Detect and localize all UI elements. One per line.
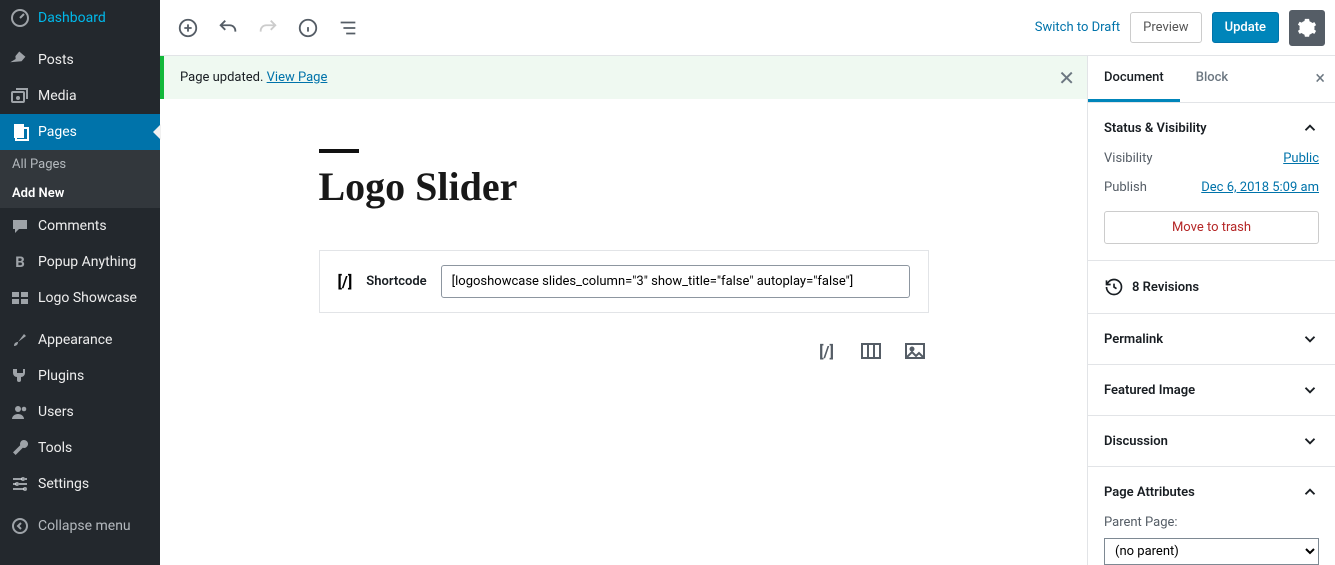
media-icon: [10, 86, 30, 106]
wrench-icon: [10, 438, 30, 458]
revisions-row[interactable]: 8 Revisions: [1088, 261, 1335, 314]
editor-topbar: Switch to Draft Preview Update: [160, 0, 1335, 56]
sidebar-item-posts[interactable]: Posts: [0, 42, 160, 78]
close-panel-button[interactable]: ×: [1305, 56, 1335, 102]
switch-draft-link[interactable]: Switch to Draft: [1035, 20, 1120, 35]
tab-document[interactable]: Document: [1088, 56, 1180, 102]
section-status-visibility[interactable]: Status & Visibility: [1104, 119, 1319, 137]
sidebar-label: Logo Showcase: [38, 290, 137, 306]
notice-text: Page updated.: [180, 70, 267, 85]
pin-icon: [10, 50, 30, 70]
admin-sidebar: Dashboard Posts Media Pages All Pages Ad…: [0, 0, 160, 565]
sidebar-label: Users: [38, 404, 74, 420]
chevron-up-icon: [1301, 119, 1319, 137]
sidebar-label: Tools: [38, 440, 72, 456]
sidebar-item-popup[interactable]: B Popup Anything: [0, 244, 160, 280]
sidebar-label: Settings: [38, 476, 89, 492]
page-title[interactable]: Logo Slider: [319, 163, 929, 210]
section-discussion[interactable]: Discussion: [1104, 432, 1319, 450]
move-to-trash-button[interactable]: Move to trash: [1104, 211, 1319, 244]
settings-panel: Document Block × Status & Visibility Vis…: [1087, 56, 1335, 565]
shortcode-input[interactable]: [441, 265, 910, 298]
chevron-down-icon: [1301, 381, 1319, 399]
section-title: Permalink: [1104, 332, 1163, 347]
inserter-image-icon[interactable]: [901, 337, 929, 365]
visibility-value-link[interactable]: Public: [1283, 151, 1319, 166]
sidebar-subitem-all-pages[interactable]: All Pages: [0, 150, 160, 179]
section-permalink[interactable]: Permalink: [1104, 330, 1319, 348]
outline-button[interactable]: [330, 10, 366, 46]
sidebar-label: Collapse menu: [38, 518, 131, 534]
brush-icon: [10, 330, 30, 350]
undo-button[interactable]: [210, 10, 246, 46]
chevron-down-icon: [1301, 432, 1319, 450]
section-title: Page Attributes: [1104, 485, 1195, 500]
chevron-down-icon: [1301, 330, 1319, 348]
sidebar-item-users[interactable]: Users: [0, 394, 160, 430]
sidebar-item-comments[interactable]: Comments: [0, 208, 160, 244]
shortcode-icon: [/]: [338, 272, 353, 291]
sidebar-label: Appearance: [38, 332, 112, 348]
sidebar-item-logo-showcase[interactable]: Logo Showcase: [0, 280, 160, 316]
users-icon: [10, 402, 30, 422]
visibility-label: Visibility: [1104, 151, 1153, 166]
sidebar-label: Dashboard: [38, 10, 106, 26]
sidebar-item-dashboard[interactable]: Dashboard: [0, 0, 160, 36]
popup-icon: B: [10, 252, 30, 272]
sidebar-item-tools[interactable]: Tools: [0, 430, 160, 466]
sliders-icon: [10, 474, 30, 494]
sidebar-label: Posts: [38, 52, 74, 68]
sidebar-label: Comments: [38, 218, 107, 234]
section-featured-image[interactable]: Featured Image: [1104, 381, 1319, 399]
sidebar-submenu-pages: All Pages Add New: [0, 150, 160, 208]
main-area: Switch to Draft Preview Update Page upda…: [160, 0, 1335, 565]
add-block-button[interactable]: [170, 10, 206, 46]
sidebar-item-appearance[interactable]: Appearance: [0, 322, 160, 358]
plug-icon: [10, 366, 30, 386]
info-button[interactable]: [290, 10, 326, 46]
update-button[interactable]: Update: [1212, 12, 1279, 43]
parent-page-select[interactable]: (no parent): [1104, 538, 1319, 565]
revisions-text: 8 Revisions: [1132, 280, 1199, 295]
view-page-link[interactable]: View Page: [267, 70, 328, 85]
sidebar-item-plugins[interactable]: Plugins: [0, 358, 160, 394]
editor-canvas: Page updated. View Page ✕ Logo Slider [/…: [160, 56, 1087, 565]
publish-label: Publish: [1104, 180, 1147, 195]
sidebar-item-settings[interactable]: Settings: [0, 466, 160, 502]
section-title: Discussion: [1104, 434, 1168, 449]
sidebar-label: Media: [38, 88, 77, 104]
sidebar-label: Popup Anything: [38, 254, 136, 270]
section-title: Featured Image: [1104, 383, 1195, 398]
dashboard-icon: [10, 8, 30, 28]
sidebar-label: Plugins: [38, 368, 84, 384]
inserter-columns-icon[interactable]: [857, 337, 885, 365]
history-icon: [1104, 277, 1124, 297]
publish-value-link[interactable]: Dec 6, 2018 5:09 am: [1201, 180, 1319, 195]
preview-button[interactable]: Preview: [1130, 12, 1201, 43]
chevron-up-icon: [1301, 483, 1319, 501]
comment-icon: [10, 216, 30, 236]
parent-page-label: Parent Page:: [1104, 515, 1319, 530]
sidebar-label: Pages: [38, 124, 77, 140]
section-title: Status & Visibility: [1104, 121, 1207, 136]
sidebar-item-media[interactable]: Media: [0, 78, 160, 114]
shortcode-block[interactable]: [/] Shortcode: [319, 250, 929, 313]
section-page-attributes[interactable]: Page Attributes: [1104, 483, 1319, 501]
shortcode-label: Shortcode: [366, 274, 426, 289]
dismiss-notice-button[interactable]: ✕: [1058, 66, 1075, 90]
sidebar-item-pages[interactable]: Pages: [0, 114, 160, 150]
collapse-icon: [10, 516, 30, 536]
update-notice: Page updated. View Page ✕: [160, 56, 1087, 99]
settings-toggle-button[interactable]: [1289, 10, 1325, 46]
pages-icon: [10, 122, 30, 142]
inserter-shortcode-icon[interactable]: [/]: [813, 337, 841, 365]
tab-block[interactable]: Block: [1180, 56, 1244, 102]
sidebar-subitem-add-new[interactable]: Add New: [0, 179, 160, 208]
redo-button[interactable]: [250, 10, 286, 46]
sidebar-collapse[interactable]: Collapse menu: [0, 508, 160, 544]
showcase-icon: [10, 288, 30, 308]
